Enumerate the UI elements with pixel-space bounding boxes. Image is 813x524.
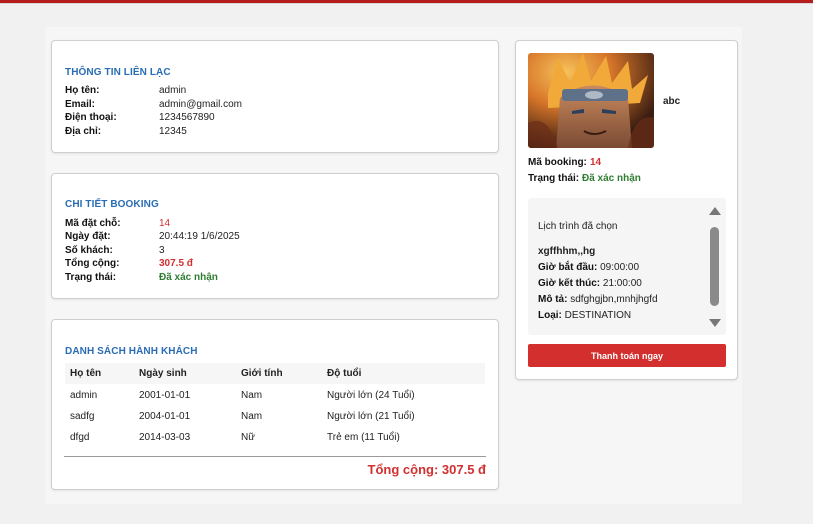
contact-address-value: 12345: [159, 126, 187, 137]
passenger-table-header: Họ tên Ngày sinh Giới tính Độ tuổi: [65, 363, 485, 384]
passenger-name: sadfg: [70, 411, 95, 422]
schedule-type-label: Loại:: [538, 310, 562, 321]
tour-image: [528, 53, 654, 148]
contact-email-value: admin@gmail.com: [159, 99, 242, 110]
table-row: sadfg 2004-01-01 Nam Người lớn (21 Tuổi): [65, 406, 485, 427]
booking-detail-title: CHI TIẾT BOOKING: [65, 199, 159, 210]
passenger-age: Trẻ em (11 Tuổi): [327, 432, 400, 443]
passenger-name: admin: [70, 390, 98, 401]
column-header-gender: Giới tính: [241, 368, 283, 379]
schedule-heading: Lịch trình đã chọn: [538, 221, 618, 232]
column-header-age: Độ tuổi: [327, 368, 362, 379]
schedule-description-value: sdfghgjbn,mnhjhgfd: [570, 294, 658, 305]
passenger-gender: Nữ: [241, 432, 255, 443]
table-divider: [64, 456, 486, 457]
contact-info-title: THÔNG TIN LIÊN LẠC: [65, 67, 171, 78]
contact-row-email: Email: admin@gmail.com: [65, 98, 465, 111]
contact-name-label: Họ tên:: [65, 85, 100, 96]
schedule-start-label: Giờ bắt đầu:: [538, 262, 598, 273]
booking-row-code: Mã đặt chỗ: 14: [65, 217, 465, 230]
schedule-panel[interactable]: Lịch trình đã chọn xgffhhm,,hg Giờ bắt đ…: [528, 198, 726, 335]
contact-address-label: Địa chỉ:: [65, 126, 102, 137]
passenger-age: Người lớn (24 Tuổi): [327, 390, 415, 401]
user-name: abc: [663, 96, 681, 107]
scroll-down-arrow-icon[interactable]: [709, 319, 721, 327]
passenger-name: dfgd: [70, 432, 90, 443]
summary-booking-value: 14: [590, 157, 602, 168]
passenger-list-card: DANH SÁCH HÀNH KHÁCH Họ tên Ngày sinh Gi…: [51, 319, 499, 490]
header-divider: [0, 3, 813, 4]
booking-code-label: Mã đặt chỗ:: [65, 218, 121, 229]
summary-booking-label: Mã booking:: [528, 157, 587, 168]
passenger-age: Người lớn (21 Tuổi): [327, 411, 415, 422]
passenger-total: Tổng cộng: 307.5 đ: [367, 462, 486, 477]
contact-row-name: Họ tên: admin: [65, 84, 465, 97]
schedule-end: Giờ kết thúc: 21:00:00: [538, 278, 642, 289]
booking-row-date: Ngày đặt: 20:44:19 1/6/2025: [65, 230, 465, 243]
booking-row-total: Tổng cộng: 307.5 đ: [65, 257, 465, 270]
tour-image-artwork: [528, 53, 654, 148]
schedule-start: Giờ bắt đầu: 09:00:00: [538, 262, 639, 273]
contact-row-phone: Điện thoại: 1234567890: [65, 111, 465, 124]
contact-phone-value: 1234567890: [159, 112, 215, 123]
booking-row-guests: Số khách: 3: [65, 244, 465, 257]
booking-status-label: Trạng thái:: [65, 272, 117, 283]
booking-date-value: 20:44:19 1/6/2025: [159, 231, 240, 242]
booking-guests-label: Số khách:: [65, 245, 113, 256]
contact-row-address: Địa chỉ: 12345: [65, 125, 465, 138]
passenger-birthdate: 2014-03-03: [139, 432, 191, 443]
pay-now-button[interactable]: Thanh toán ngay: [528, 344, 726, 367]
passenger-gender: Nam: [241, 411, 263, 422]
booking-summary-card: abc Mã booking: 14 Trạng thái: Đã xác nh…: [515, 40, 738, 380]
passenger-birthdate: 2001-01-01: [139, 390, 191, 401]
booking-guests-value: 3: [159, 245, 165, 256]
booking-total-value: 307.5 đ: [159, 258, 193, 269]
schedule-description: Mô tả: sdfghgjbn,mnhjhgfd: [538, 294, 658, 305]
booking-row-status: Trạng thái: Đã xác nhận: [65, 271, 465, 284]
contact-info-card: THÔNG TIN LIÊN LẠC Họ tên: admin Email: …: [51, 40, 499, 153]
booking-date-label: Ngày đặt:: [65, 231, 111, 242]
column-header-birthdate: Ngày sinh: [139, 368, 187, 379]
passenger-gender: Nam: [241, 390, 263, 401]
schedule-end-value: 21:00:00: [602, 278, 642, 289]
passenger-birthdate: 2004-01-01: [139, 411, 191, 422]
scroll-up-arrow-icon[interactable]: [709, 207, 721, 215]
table-row: admin 2001-01-01 Nam Người lớn (24 Tuổi): [65, 385, 485, 406]
schedule-start-value: 09:00:00: [600, 262, 640, 273]
column-header-name: Họ tên: [70, 368, 102, 379]
schedule-type-value: DESTINATION: [564, 310, 632, 321]
contact-name-value: admin: [159, 85, 187, 96]
table-row: dfgd 2014-03-03 Nữ Trẻ em (11 Tuổi): [65, 427, 485, 448]
schedule-end-label: Giờ kết thúc:: [538, 278, 601, 289]
scrollbar-thumb[interactable]: [710, 227, 719, 306]
summary-status-label: Trạng thái:: [528, 173, 580, 184]
booking-code-value: 14: [159, 218, 171, 229]
schedule-name: xgffhhm,,hg: [538, 246, 596, 257]
booking-total-label: Tổng cộng:: [65, 258, 120, 269]
booking-detail-card: CHI TIẾT BOOKING Mã đặt chỗ: 14 Ngày đặt…: [51, 173, 499, 299]
contact-phone-label: Điện thoại:: [65, 112, 117, 123]
booking-status-value: Đã xác nhận: [159, 272, 218, 283]
summary-status-value: Đã xác nhận: [582, 173, 641, 184]
contact-email-label: Email:: [65, 99, 96, 110]
schedule-description-label: Mô tả:: [538, 294, 568, 305]
schedule-type: Loại: DESTINATION: [538, 310, 631, 321]
schedule-scrollbar[interactable]: [708, 207, 722, 329]
passenger-list-title: DANH SÁCH HÀNH KHÁCH: [65, 346, 198, 357]
